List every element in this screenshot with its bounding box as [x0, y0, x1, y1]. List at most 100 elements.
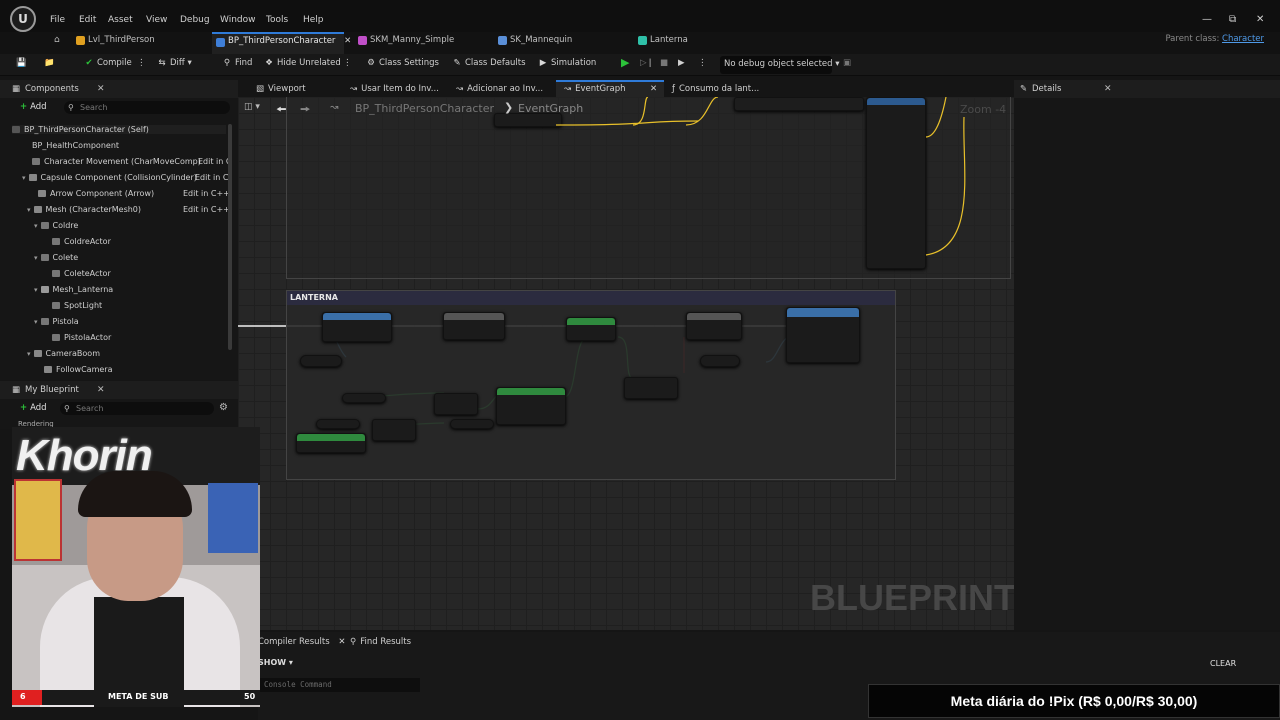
- variable-getter-node-2[interactable]: [316, 419, 360, 429]
- graph-tab-consumo[interactable]: ƒ Consumo da lant...: [672, 80, 759, 98]
- branch-node[interactable]: [443, 312, 505, 340]
- tree-item-arrow-component[interactable]: Arrow Component (Arrow): [38, 189, 154, 198]
- show-filter-button[interactable]: SHOW ▾: [258, 658, 293, 667]
- graph-tab-adicionar[interactable]: ↝ Adicionar ao Inv...: [456, 80, 543, 98]
- graph-tab-viewport[interactable]: ▧ Viewport: [256, 80, 306, 98]
- hide-options-icon[interactable]: ⋮: [343, 58, 352, 68]
- minimize-icon[interactable]: —: [1202, 14, 1212, 25]
- menu-help[interactable]: Help: [303, 15, 324, 25]
- expand-arrow-icon[interactable]: ▾: [34, 286, 38, 294]
- graph-options-icon[interactable]: ◫ ▾: [244, 102, 260, 112]
- tree-item-self[interactable]: BP_ThirdPersonCharacter (Self): [12, 125, 226, 134]
- browse-icon[interactable]: 📁: [44, 58, 55, 68]
- tab-compiler-results[interactable]: Compiler Results ✕: [258, 637, 345, 647]
- variable-getter-node[interactable]: [342, 393, 386, 403]
- tree-item-mesh[interactable]: ▾ Mesh (CharacterMesh0): [27, 205, 141, 214]
- forward-arrow-icon[interactable]: 🠚: [300, 100, 311, 121]
- close-my-blueprint-icon[interactable]: ✕: [97, 381, 105, 399]
- components-scrollbar[interactable]: [228, 124, 232, 350]
- compile-options-icon[interactable]: ⋮: [137, 58, 146, 68]
- set-node[interactable]: [566, 317, 616, 341]
- breadcrumb-root[interactable]: BP_ThirdPersonCharacter: [355, 102, 494, 115]
- menu-file[interactable]: File: [50, 15, 65, 25]
- components-search-input[interactable]: ⚲ Search: [64, 101, 230, 114]
- expand-arrow-icon[interactable]: ▾: [27, 206, 31, 214]
- home-icon[interactable]: ⌂: [54, 35, 60, 45]
- spotlight-getter-node-2[interactable]: [700, 355, 740, 367]
- diff-button[interactable]: ⇆ Diff ▾: [157, 58, 191, 68]
- compile-button[interactable]: ✔ Compile: [84, 58, 131, 68]
- is-valid-node[interactable]: [322, 312, 392, 342]
- edit-in-cpp-link[interactable]: Edit in C++: [183, 205, 230, 214]
- comment-title[interactable]: LANTERNA: [287, 291, 895, 305]
- tab-lanterna[interactable]: Lanterna: [634, 32, 696, 54]
- tree-item-mesh-lanterna[interactable]: ▾ Mesh_Lanterna: [34, 285, 113, 294]
- stop-icon[interactable]: ■: [660, 58, 668, 68]
- parent-class-link[interactable]: Character: [1222, 34, 1264, 44]
- menu-view[interactable]: View: [146, 15, 167, 25]
- settings-gear-icon[interactable]: ⚙: [219, 402, 228, 413]
- hide-unrelated-button[interactable]: ❖ Hide Unrelated: [264, 58, 341, 68]
- clamp-float-node[interactable]: [496, 387, 566, 425]
- close-tab-icon[interactable]: ✕: [344, 36, 351, 46]
- restore-icon[interactable]: ⧉: [1229, 14, 1236, 25]
- tree-item-cameraboom[interactable]: ▾ CameraBoom: [27, 349, 100, 358]
- graph-tab-usar-item[interactable]: ↝ Usar Item do Inv...: [350, 80, 439, 98]
- close-tab-icon[interactable]: ✕: [338, 637, 345, 647]
- my-blueprint-search-input[interactable]: ⚲ Search: [60, 402, 214, 415]
- tree-item-healthcomponent[interactable]: BP_HealthComponent: [32, 141, 119, 150]
- expand-arrow-icon[interactable]: ▾: [22, 174, 26, 182]
- branch-node-2[interactable]: [686, 312, 742, 340]
- step-icon[interactable]: ▷❙: [640, 58, 654, 68]
- back-arrow-icon[interactable]: 🠘: [276, 100, 287, 121]
- add-component-button[interactable]: + Add: [20, 102, 47, 112]
- tree-item-spotlight[interactable]: SpotLight: [52, 301, 102, 310]
- expand-arrow-icon[interactable]: ▾: [34, 318, 38, 326]
- set-visibility-node[interactable]: [786, 307, 860, 363]
- save-icon[interactable]: 💾: [16, 58, 27, 68]
- tree-item-colete[interactable]: ▾ Colete: [34, 253, 78, 262]
- close-window-icon[interactable]: ✕: [1256, 14, 1264, 25]
- menu-asset[interactable]: Asset: [108, 15, 133, 25]
- tab-bp-thirdpersoncharacter[interactable]: BP_ThirdPersonCharacter ✕: [212, 32, 351, 54]
- unreal-logo-icon[interactable]: U: [10, 6, 36, 32]
- menu-tools[interactable]: Tools: [266, 15, 288, 25]
- tab-lvl-thirdperson[interactable]: Lvl_ThirdPerson: [72, 32, 163, 54]
- tree-item-pistolaactor[interactable]: PistolaActor: [52, 333, 111, 342]
- tree-item-pistola[interactable]: ▾ Pistola: [34, 317, 79, 326]
- simulation-button[interactable]: ▶ Simulation: [538, 58, 597, 68]
- play-icon[interactable]: ▶: [621, 56, 629, 69]
- variable-getter-node-3[interactable]: [450, 419, 494, 429]
- tree-item-coleteactor[interactable]: ColeteActor: [52, 269, 111, 278]
- menu-window[interactable]: Window: [220, 15, 256, 25]
- add-node-2[interactable]: [372, 419, 416, 441]
- expand-arrow-icon[interactable]: ▾: [27, 350, 31, 358]
- menu-debug[interactable]: Debug: [180, 15, 210, 25]
- tree-item-followcamera[interactable]: FollowCamera: [44, 365, 113, 374]
- tab-skm-manny-simple[interactable]: SKM_Manny_Simple: [354, 32, 462, 54]
- edit-in-cpp-link[interactable]: Edit in C++: [183, 189, 230, 198]
- play-options-icon[interactable]: ⋮: [698, 58, 707, 68]
- console-command-input[interactable]: Console Command: [258, 678, 420, 692]
- spotlight-getter-node[interactable]: [300, 355, 342, 367]
- compare-node[interactable]: [624, 377, 678, 399]
- get-world-delta-seconds-node[interactable]: [296, 433, 366, 453]
- event-graph-canvas[interactable]: LANTERNA ◫ ▾ 🠘 🠚 ↝ BP_ThirdPersonCharact…: [238, 97, 1014, 630]
- class-defaults-button[interactable]: ✎ Class Defaults: [452, 58, 525, 68]
- tree-item-coldre[interactable]: ▾ Coldre: [34, 221, 78, 230]
- tree-item-character-movement[interactable]: Character Movement (CharMoveComp): [32, 157, 201, 166]
- debug-object-select[interactable]: No debug object selected ▾: [720, 56, 840, 74]
- close-tab-icon[interactable]: ✕: [650, 82, 657, 97]
- add-node[interactable]: [434, 393, 478, 415]
- close-details-icon[interactable]: ✕: [1104, 80, 1112, 98]
- tab-find-results[interactable]: ⚲ Find Results: [350, 637, 411, 647]
- edit-in-cpp-link[interactable]: Edit in C: [195, 173, 228, 182]
- find-button[interactable]: ⚲ Find: [222, 58, 253, 68]
- close-components-icon[interactable]: ✕: [97, 80, 105, 98]
- menu-edit[interactable]: Edit: [79, 15, 96, 25]
- graph-tab-eventgraph[interactable]: ↝ EventGraph ✕: [556, 80, 664, 98]
- add-member-button[interactable]: + Add: [20, 403, 47, 413]
- edit-in-cpp-link[interactable]: Edit in C: [198, 157, 231, 166]
- tree-item-capsule-component[interactable]: ▾ Capsule Component (CollisionCylinder): [22, 173, 197, 182]
- tree-item-coldreactor[interactable]: ColdreActor: [52, 237, 111, 246]
